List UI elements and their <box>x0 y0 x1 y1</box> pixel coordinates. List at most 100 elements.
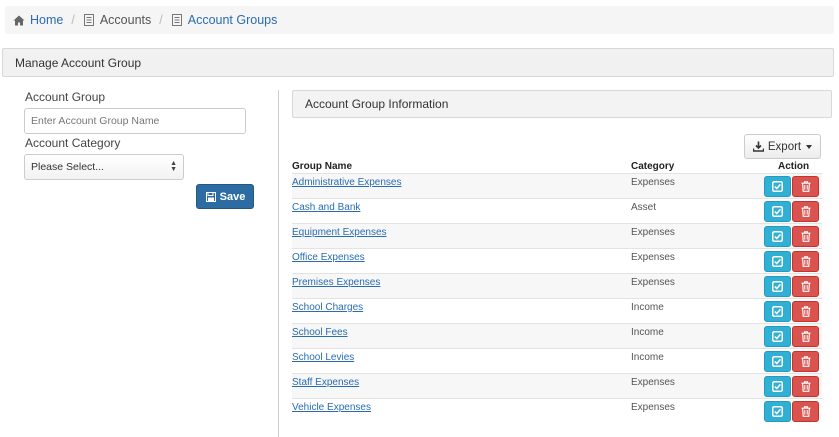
table-row: Cash and Bank Asset <box>292 198 822 223</box>
export-button-label: Export <box>767 140 802 153</box>
category-cell: Income <box>631 352 664 363</box>
edit-button[interactable] <box>764 226 791 247</box>
delete-button[interactable] <box>792 376 819 397</box>
edit-button[interactable] <box>764 276 791 297</box>
download-icon <box>753 141 765 153</box>
breadcrumb-account-groups[interactable]: Account Groups <box>171 13 278 27</box>
checkbox-icon <box>772 256 783 267</box>
account-group-label: Account Group <box>25 90 106 104</box>
select-arrows-icon: ▲ ▼ <box>170 160 177 173</box>
breadcrumb-accounts[interactable]: Accounts <box>83 13 151 27</box>
category-cell: Asset <box>631 202 657 213</box>
document-icon <box>171 14 183 26</box>
edit-button[interactable] <box>764 376 791 397</box>
trash-icon <box>801 306 810 317</box>
category-cell: Income <box>631 302 664 313</box>
floppy-disk-icon <box>205 191 217 203</box>
vertical-divider <box>278 90 279 437</box>
checkbox-icon <box>772 331 783 342</box>
checkbox-icon <box>772 181 783 192</box>
table-row: Premises Expenses Expenses <box>292 273 822 298</box>
category-cell: Expenses <box>631 177 675 188</box>
account-category-select[interactable]: Please Select... ▲ ▼ <box>24 154 184 180</box>
delete-button[interactable] <box>792 251 819 272</box>
home-icon <box>13 14 25 26</box>
table-row: Administrative Expenses Expenses <box>292 173 822 198</box>
table-row: School Levies Income <box>292 348 822 373</box>
category-cell: Expenses <box>631 252 675 263</box>
trash-icon <box>801 256 810 267</box>
column-header-action: Action <box>778 161 810 172</box>
checkbox-icon <box>772 281 783 292</box>
group-name-link[interactable]: School Charges <box>292 302 363 313</box>
column-header-group-name[interactable]: Group Name <box>292 161 352 172</box>
checkbox-icon <box>772 406 783 417</box>
delete-button[interactable] <box>792 301 819 322</box>
group-name-link[interactable]: Staff Expenses <box>292 377 359 388</box>
category-cell: Income <box>631 327 664 338</box>
edit-button[interactable] <box>764 326 791 347</box>
info-panel-heading: Account Group Information <box>292 90 832 118</box>
category-cell: Expenses <box>631 277 675 288</box>
trash-icon <box>801 356 810 367</box>
checkbox-icon <box>772 306 783 317</box>
delete-button[interactable] <box>792 176 819 197</box>
table-row: Vehicle Expenses Expenses <box>292 398 822 423</box>
column-header-category[interactable]: Category <box>631 161 674 172</box>
checkbox-icon <box>772 206 783 217</box>
group-name-link[interactable]: Cash and Bank <box>292 202 360 213</box>
trash-icon <box>801 206 810 217</box>
export-button[interactable]: Export <box>744 134 821 159</box>
account-category-selected: Please Select... <box>31 161 104 173</box>
delete-button[interactable] <box>792 351 819 372</box>
trash-icon <box>801 281 810 292</box>
table-row: Office Expenses Expenses <box>292 248 822 273</box>
chevron-down-icon <box>806 144 813 149</box>
checkbox-icon <box>772 231 783 242</box>
save-button[interactable]: Save <box>196 184 254 209</box>
group-name-link[interactable]: Administrative Expenses <box>292 177 402 188</box>
account-groups-table: Administrative Expenses Expenses Cash an… <box>292 173 822 423</box>
manage-panel-heading: Manage Account Group <box>2 48 834 77</box>
checkbox-icon <box>772 381 783 392</box>
trash-icon <box>801 331 810 342</box>
breadcrumb-home-link[interactable]: Home <box>30 13 63 27</box>
group-name-link[interactable]: Equipment Expenses <box>292 227 387 238</box>
breadcrumb-account-groups-link[interactable]: Account Groups <box>188 13 278 27</box>
save-button-label: Save <box>219 190 246 203</box>
trash-icon <box>801 231 810 242</box>
account-category-label: Account Category <box>25 136 121 150</box>
trash-icon <box>801 181 810 192</box>
group-name-link[interactable]: School Fees <box>292 327 348 338</box>
group-name-link[interactable]: Vehicle Expenses <box>292 402 371 413</box>
group-name-link[interactable]: Office Expenses <box>292 252 365 263</box>
breadcrumb-accounts-label[interactable]: Accounts <box>100 13 151 27</box>
delete-button[interactable] <box>792 201 819 222</box>
breadcrumb-home[interactable]: Home <box>13 13 63 27</box>
document-icon <box>83 14 95 26</box>
edit-button[interactable] <box>764 201 791 222</box>
edit-button[interactable] <box>764 176 791 197</box>
delete-button[interactable] <box>792 226 819 247</box>
trash-icon <box>801 406 810 417</box>
category-cell: Expenses <box>631 227 675 238</box>
table-row: Equipment Expenses Expenses <box>292 223 822 248</box>
edit-button[interactable] <box>764 251 791 272</box>
category-cell: Expenses <box>631 402 675 413</box>
group-name-link[interactable]: Premises Expenses <box>292 277 380 288</box>
trash-icon <box>801 381 810 392</box>
checkbox-icon <box>772 356 783 367</box>
account-group-input[interactable] <box>24 108 246 134</box>
delete-button[interactable] <box>792 401 819 422</box>
delete-button[interactable] <box>792 326 819 347</box>
edit-button[interactable] <box>764 351 791 372</box>
table-row: School Fees Income <box>292 323 822 348</box>
delete-button[interactable] <box>792 276 819 297</box>
table-row: School Charges Income <box>292 298 822 323</box>
edit-button[interactable] <box>764 301 791 322</box>
breadcrumb-separator: / <box>71 13 75 27</box>
edit-button[interactable] <box>764 401 791 422</box>
table-row: Staff Expenses Expenses <box>292 373 822 398</box>
group-name-link[interactable]: School Levies <box>292 352 354 363</box>
breadcrumb: Home / Accounts / Account Groups <box>5 6 834 34</box>
